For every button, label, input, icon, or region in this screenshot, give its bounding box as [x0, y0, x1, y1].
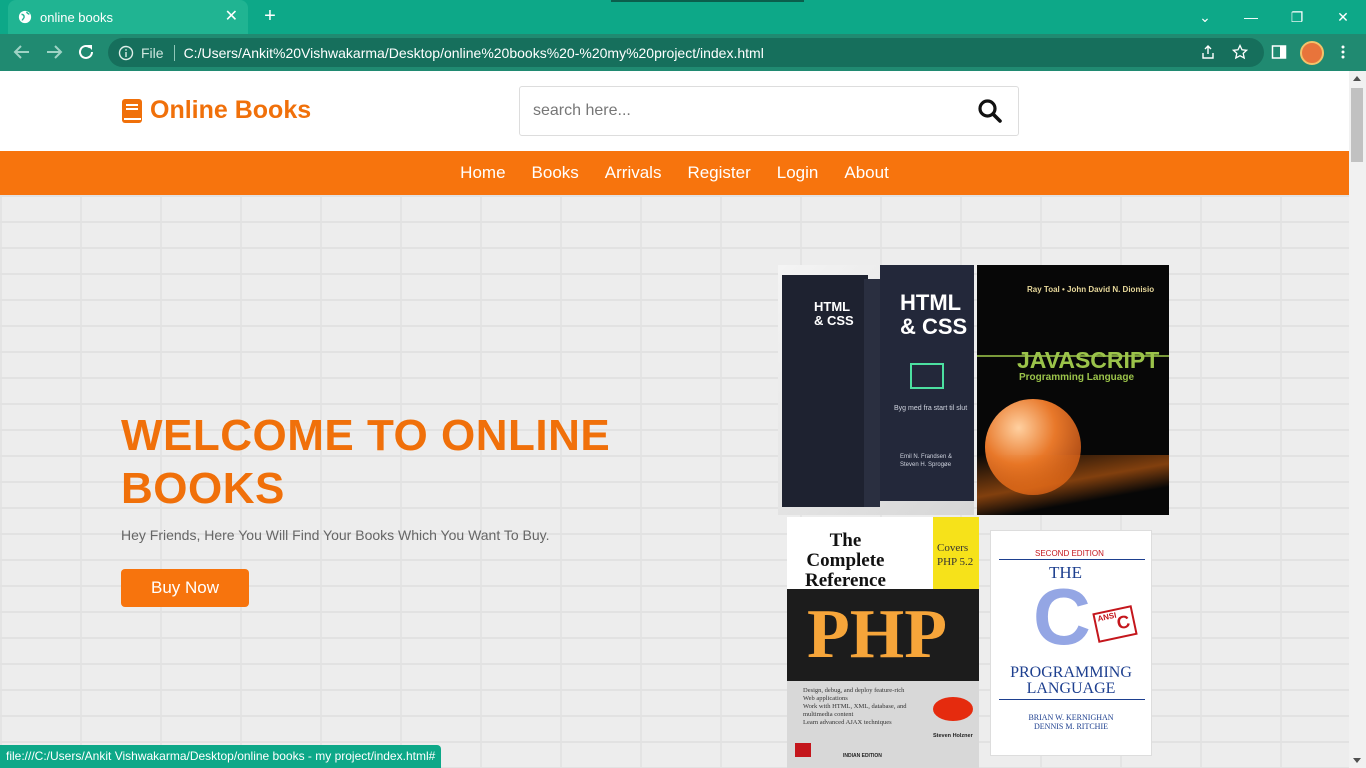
new-tab-button[interactable]: +	[258, 4, 282, 28]
close-tab-icon[interactable]: ✕	[225, 9, 238, 25]
php-book-edition: INDIAN EDITION	[843, 753, 882, 759]
page-viewport: Online Books Home Books Arrivals Registe…	[0, 71, 1349, 768]
close-window-icon[interactable]: ✕	[1332, 6, 1354, 28]
page-scrollbar[interactable]	[1349, 71, 1366, 768]
html-book-authors: Emil N. Frandsen & Steven H. Sprogøe	[900, 454, 953, 468]
ansi-stamp: ANSI C	[1092, 605, 1138, 643]
logo-text: Online Books	[150, 96, 312, 124]
back-icon[interactable]	[11, 41, 33, 63]
php-book-author: Steven Holzner	[933, 733, 973, 739]
book-cover-c-programming[interactable]: SECOND EDITION THE C ANSI C PROGRAMMING L…	[990, 530, 1152, 756]
tab-strip-indicator	[611, 0, 804, 2]
book-icon	[122, 98, 142, 123]
php-book-covers: Covers PHP 5.2	[937, 542, 974, 568]
nav-login[interactable]: Login	[777, 163, 819, 183]
url-scheme-label: File	[141, 44, 164, 61]
nav-books[interactable]: Books	[532, 163, 579, 183]
address-bar[interactable]: File C:/Users/Ankit%20Vishwakarma/Deskto…	[108, 38, 1264, 67]
php-sticker	[933, 697, 973, 721]
restore-icon[interactable]: ❐	[1286, 6, 1308, 28]
book-cover-html-css[interactable]: HTML & CSS HTML & CSS Byg med fra start ti…	[778, 265, 974, 515]
share-icon[interactable]	[1197, 41, 1219, 63]
nav-register[interactable]: Register	[687, 163, 750, 183]
php-book-big-title: PHP	[807, 596, 947, 673]
minimize-icon[interactable]: —	[1240, 6, 1262, 28]
buy-now-button[interactable]: Buy Now	[121, 569, 249, 607]
c-book-rule-top	[999, 559, 1145, 560]
bookmark-star-icon[interactable]	[1229, 41, 1251, 63]
info-icon[interactable]	[118, 45, 134, 61]
hero-section: WELCOME TO ONLINE BOOKS Hey Friends, Her…	[0, 195, 1349, 768]
scroll-thumb[interactable]	[1351, 88, 1363, 162]
browser-toolbar: File C:/Users/Ankit%20Vishwakarma/Deskto…	[0, 34, 1366, 71]
publisher-logo	[795, 743, 811, 757]
site-header: Online Books	[0, 71, 1349, 151]
profile-avatar[interactable]	[1300, 41, 1324, 65]
book-cover-php[interactable]: The Complete Reference Covers PHP 5.2 PHP D…	[787, 517, 979, 768]
nav-arrivals[interactable]: Arrivals	[605, 163, 662, 183]
book-back-title: HTML & CSS	[814, 299, 854, 328]
browser-tab-bar: online books ✕ + ⌄ — ❐ ✕	[0, 0, 1366, 34]
hero-text: Hey Friends, Here You Will Find Your Boo…	[121, 527, 550, 543]
nav-about[interactable]: About	[844, 163, 888, 183]
search-box	[519, 86, 1019, 136]
c-book-authors: BRIAN W. KERNIGHAN DENNIS M. RITCHIE	[1028, 713, 1114, 731]
site-logo[interactable]: Online Books	[121, 96, 311, 125]
html-book-tagline: Byg med fra start til slut	[894, 405, 968, 412]
side-panel-icon[interactable]	[1268, 41, 1290, 63]
book-spine	[864, 279, 880, 507]
c-book-rule-bottom	[999, 699, 1145, 700]
c-book-title: PROGRAMMING LANGUAGE	[1010, 664, 1132, 697]
php-book-title: The Complete Reference	[805, 530, 886, 591]
tab-search-icon[interactable]: ⌄	[1194, 6, 1216, 28]
scroll-down-arrow-icon[interactable]	[1353, 758, 1361, 763]
hero-title: WELCOME TO ONLINE BOOKS	[121, 411, 611, 513]
forward-icon[interactable]	[43, 41, 65, 63]
url-separator	[173, 44, 175, 61]
c-book-letter: C	[1033, 572, 1091, 661]
search-input[interactable]	[520, 87, 962, 135]
js-book-title: JAVASCRIPT	[1017, 347, 1160, 373]
tab-title: online books	[40, 9, 113, 25]
nav-home[interactable]: Home	[460, 163, 505, 183]
monitor-icon	[910, 363, 944, 389]
js-book-subtitle: Programming Language	[1019, 372, 1135, 383]
menu-kebab-icon[interactable]	[1332, 41, 1354, 63]
php-book-bullets: Design, debug, and deploy feature-rich We…	[803, 687, 907, 726]
orange-light-streaks	[977, 455, 1169, 515]
c-book-edition: SECOND EDITION	[1035, 549, 1104, 558]
book-cover-javascript[interactable]: Ray Toal • John David N. Dionisio JAVASC…	[977, 265, 1169, 515]
scroll-up-arrow-icon[interactable]	[1353, 76, 1361, 81]
js-book-authors: Ray Toal • John David N. Dionisio	[1027, 285, 1155, 294]
search-icon[interactable]	[962, 87, 1018, 135]
globe-icon	[18, 10, 32, 24]
reload-icon[interactable]	[75, 41, 97, 63]
status-bar-url: file:///C:/Users/Ankit Vishwakarma/Deskt…	[0, 745, 442, 768]
main-navigation: Home Books Arrivals Register Login About	[0, 151, 1349, 195]
html-book-title: HTML & CSS	[900, 290, 968, 339]
browser-tab[interactable]: online books ✕	[8, 0, 248, 34]
url-text[interactable]: C:/Users/Ankit%20Vishwakarma/Desktop/onl…	[184, 45, 764, 61]
